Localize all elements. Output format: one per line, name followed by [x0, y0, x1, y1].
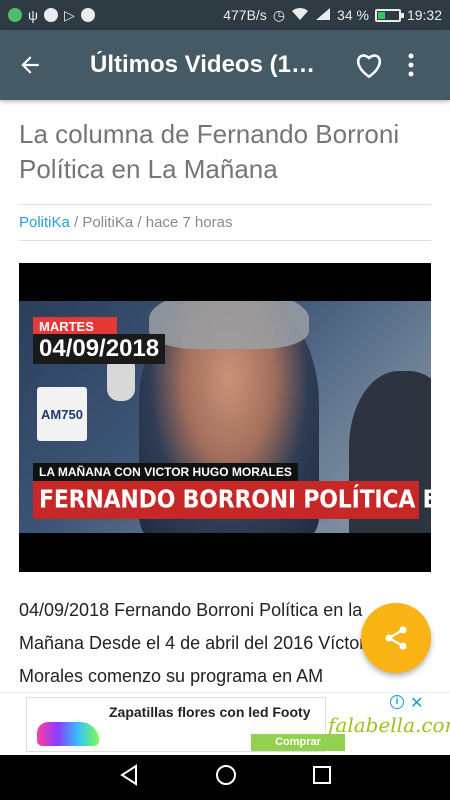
globe-icon: [8, 8, 22, 22]
more-vert-icon: [408, 53, 414, 77]
nav-home-button[interactable]: [215, 764, 237, 791]
status-bar: ψ ▷ 477B/s ◷ 34 % 19:32: [0, 0, 450, 30]
back-button[interactable]: [0, 30, 60, 100]
message-icon: [80, 8, 95, 22]
battery-percent: 34 %: [337, 7, 369, 23]
share-icon: [385, 626, 407, 650]
heart-icon: [357, 54, 381, 78]
alarm-icon: ◷: [272, 6, 286, 23]
video-date-tag: 04/09/2018: [33, 334, 166, 364]
ad-close-icon[interactable]: ✕: [410, 693, 423, 713]
program-name: LA MAÑANA CON VICTOR HUGO MORALES: [33, 463, 298, 481]
sneaker-image: [37, 722, 99, 746]
ad-banner[interactable]: Zapatillas flores con led Footy Comprar …: [0, 692, 450, 755]
wifi-icon: [291, 7, 309, 24]
article: La columna de Fernando Borroni Política …: [19, 100, 431, 693]
arrow-left-icon: [21, 56, 39, 74]
clock: 19:32: [406, 7, 442, 23]
divider: [19, 240, 431, 241]
video-player[interactable]: MARTES 04/09/2018 AM750 LA MAÑANA CON VI…: [19, 263, 431, 572]
video-headline: FERNANDO BORRONI POLÍTICA EN LA MAÑANA: [33, 481, 431, 519]
nav-recents-button[interactable]: [312, 765, 332, 790]
circle-home-icon: [215, 765, 236, 785]
whatsapp-icon: [43, 8, 58, 22]
app-toolbar: Últimos Videos (10…: [0, 30, 450, 100]
share-button[interactable]: [361, 603, 431, 673]
video-thumbnail: MARTES 04/09/2018 AM750 LA MAÑANA CON VI…: [19, 301, 431, 533]
ad-title: Zapatillas flores con led Footy: [109, 704, 311, 720]
signal-icon: [315, 7, 331, 24]
toolbar-title: Últimos Videos (10…: [90, 51, 326, 78]
triangle-back-icon: [119, 764, 137, 786]
usb-icon: ψ: [28, 7, 38, 23]
category-link[interactable]: PolitiKa: [19, 214, 70, 231]
host-hair: [149, 301, 309, 349]
ad-info-icon[interactable]: i: [390, 695, 404, 709]
favorite-button[interactable]: [346, 30, 392, 100]
notification-icons: ψ ▷: [8, 7, 95, 24]
overflow-menu-button[interactable]: [392, 30, 430, 100]
battery-fill: [377, 11, 385, 19]
square-recents-icon: [313, 766, 332, 784]
system-nav-bar: [0, 755, 450, 800]
network-speed: 477B/s: [223, 7, 267, 23]
ad-creative[interactable]: Zapatillas flores con led Footy Comprar: [26, 697, 345, 752]
article-meta: PolitiKa / PolitiKa / hace 7 horas: [19, 205, 431, 240]
am750-logo: AM750: [37, 387, 87, 441]
article-title: La columna de Fernando Borroni Política …: [19, 119, 400, 184]
battery-icon: [374, 8, 404, 22]
meta-text: / PolitiKa / hace 7 horas: [69, 214, 233, 231]
nav-back-button[interactable]: [118, 764, 140, 791]
play-store-icon: ▷: [63, 6, 75, 23]
ad-brand: falabella.com: [328, 713, 450, 737]
